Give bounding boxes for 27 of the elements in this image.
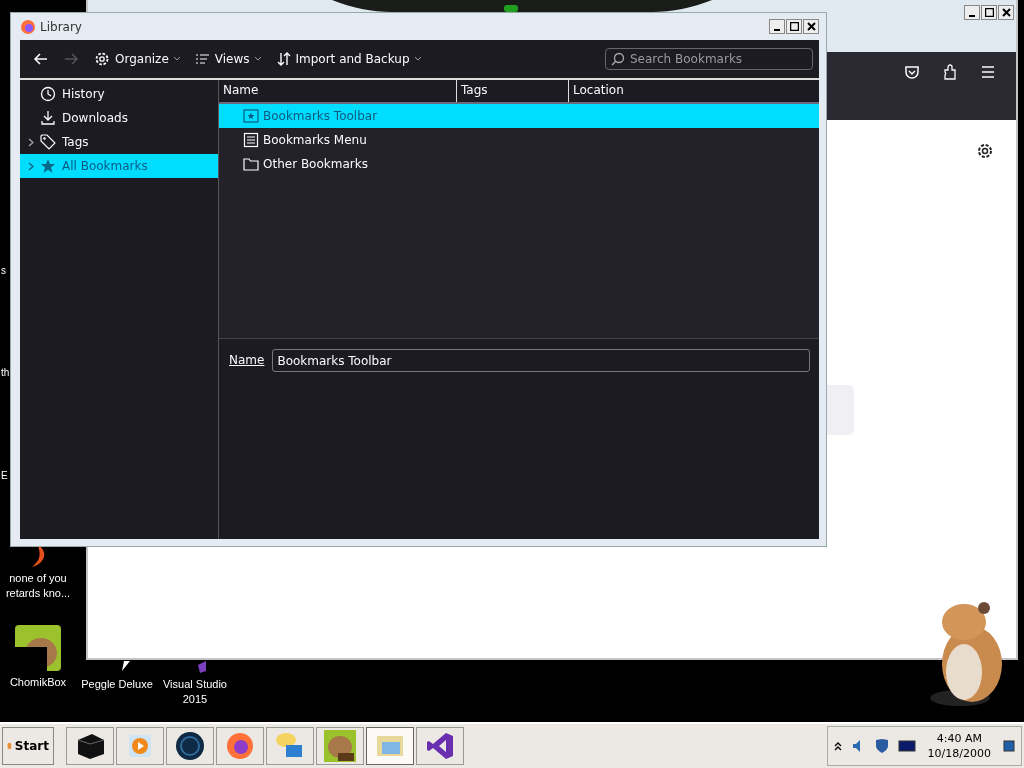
icon-label: s — [1, 265, 6, 276]
sidebar-item[interactable]: Downloads — [20, 106, 218, 130]
search-field[interactable]: Search Bookmarks — [605, 48, 813, 70]
bookmark-row[interactable]: Bookmarks Toolbar — [219, 104, 819, 128]
icon-label[interactable]: ChomikBox — [9, 675, 67, 690]
sidebar-item[interactable]: History — [20, 82, 218, 106]
column-header[interactable]: Tags — [457, 80, 569, 102]
column-header[interactable]: Location — [569, 80, 819, 102]
column-header[interactable]: Name — [219, 80, 457, 102]
name-label: Name — [229, 353, 265, 367]
bookmark-row[interactable]: Bookmarks Menu — [219, 128, 819, 152]
bookmark-row[interactable]: Other Bookmarks — [219, 152, 819, 176]
clock-time[interactable]: 4:40 AM — [936, 731, 982, 746]
views-menu-button[interactable]: Views — [189, 48, 267, 70]
icon-label[interactable]: Visual Studio 2015 — [157, 677, 233, 707]
name-field[interactable]: Bookmarks Toolbar — [272, 349, 810, 372]
sidebar-item[interactable]: Tags — [20, 130, 218, 154]
icon-label: E — [1, 470, 8, 481]
clock-date[interactable]: 10/18/2000 — [927, 746, 991, 761]
icon-label[interactable]: Peggle Deluxe — [81, 677, 153, 692]
icon-label[interactable]: none of you retards kno... — [0, 571, 76, 601]
organize-menu-button[interactable]: Organize — [88, 47, 186, 71]
import-menu-button[interactable]: Import and Backup — [270, 48, 427, 70]
sidebar-item[interactable]: All Bookmarks — [20, 154, 218, 178]
window-title: Library — [40, 19, 82, 34]
icon-label: th — [1, 367, 10, 378]
start-button[interactable]: Start — [2, 727, 54, 765]
